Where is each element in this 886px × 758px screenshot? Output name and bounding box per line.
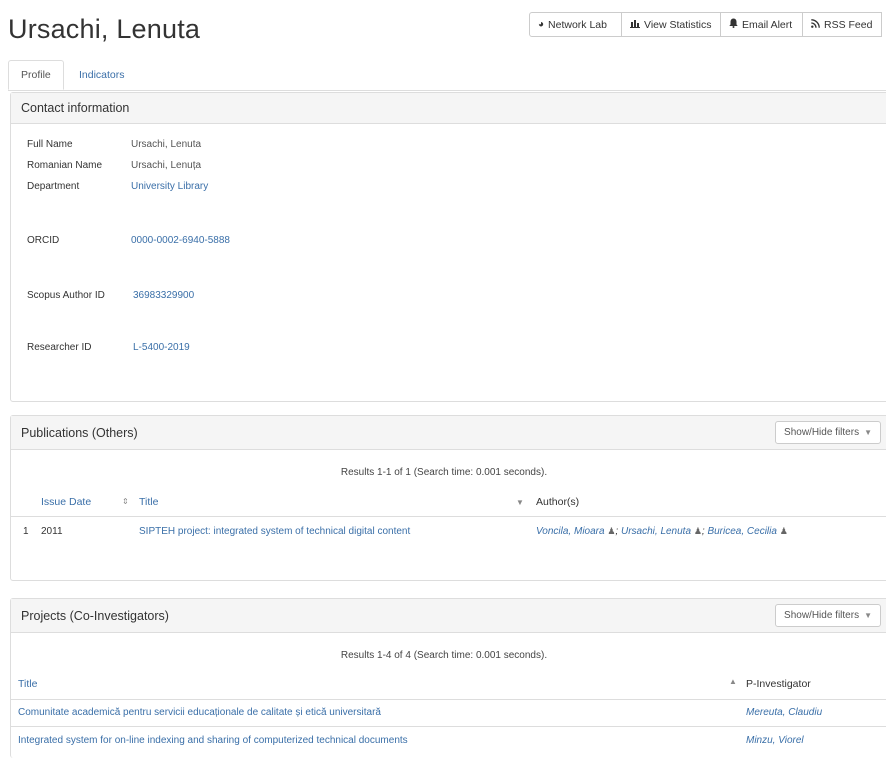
contact-panel: Contact information Full Name Ursachi, L… [10,92,886,402]
chevron-down-icon: ▼ [864,428,872,437]
row-index: 1 [23,526,29,537]
column-issue-date[interactable]: Issue Date [41,496,91,508]
sort-desc-icon[interactable]: ▼ [516,498,524,507]
publications-filters-label: Show/Hide filters [784,427,860,438]
sort-icon[interactable]: ⇕ [122,497,129,506]
investigator-link[interactable]: Minzu, Viorel [746,735,804,746]
rss-feed-label: RSS Feed [824,18,873,31]
user-icon: ♟ [779,526,788,536]
scopus-label: Scopus Author ID [27,290,105,301]
toolbar: ◕ Network Lab View Statistics Email Aler… [529,12,882,37]
publications-results-info: Results 1-1 of 1 (Search time: 0.001 sec… [340,467,548,478]
bar-chart-icon [630,19,640,31]
researcher-id-label: Researcher ID [27,342,92,353]
sort-asc-icon[interactable]: ▲ [729,677,737,686]
publications-panel: Publications (Others) Show/Hide filters … [10,415,886,581]
projects-filters-label: Show/Hide filters [784,610,860,621]
table-row-divider [10,726,886,727]
network-lab-button[interactable]: ◕ Network Lab [529,12,622,37]
column-project-title[interactable]: Title [18,678,37,690]
author-link[interactable]: Voncila, Mioara [536,526,605,537]
rss-feed-button[interactable]: RSS Feed [802,12,882,37]
view-statistics-button[interactable]: View Statistics [621,12,721,37]
full-name-label: Full Name [27,139,73,150]
department-label: Department [27,181,80,192]
tab-indicators[interactable]: Indicators [67,60,137,90]
publications-heading-bar: Publications (Others) Show/Hide filters … [11,416,886,450]
globe-icon: ◕ [538,19,545,30]
project-title-link[interactable]: Integrated system for on-line indexing a… [18,735,408,746]
publications-filters-button[interactable]: Show/Hide filters ▼ [775,421,881,444]
row-authors: Voncila, Mioara ♟; Ursachi, Lenuta ♟; Bu… [536,526,788,537]
orcid-link[interactable]: 0000-0002-6940-5888 [131,235,230,246]
researcher-id-link[interactable]: L-5400-2019 [133,342,190,353]
projects-heading-bar: Projects (Co-Investigators) Show/Hide fi… [11,599,886,633]
publications-heading: Publications (Others) [21,425,138,440]
author-link[interactable]: Buricea, Cecilia [707,526,776,537]
scopus-link[interactable]: 36983329900 [133,290,194,301]
email-alert-button[interactable]: Email Alert [720,12,803,37]
page-title: Ursachi, Lenuta [8,14,201,44]
row-date: 2011 [41,526,63,537]
network-lab-label: Network Lab [548,18,607,31]
author-link[interactable]: Ursachi, Lenuta [621,526,691,537]
view-statistics-label: View Statistics [644,18,712,31]
column-title[interactable]: Title [139,496,158,508]
email-alert-label: Email Alert [742,18,793,31]
contact-heading: Contact information [11,93,886,124]
romanian-name-label: Romanian Name [27,160,103,171]
investigator-link[interactable]: Mereuta, Claudiu [746,707,822,718]
rss-icon [811,18,820,31]
tab-profile[interactable]: Profile [8,60,64,90]
publication-title-link[interactable]: SIPTEH project: integrated system of tec… [139,526,410,537]
project-title-link[interactable]: Comunitate academică pentru servicii edu… [18,707,381,718]
projects-filters-button[interactable]: Show/Hide filters ▼ [775,604,881,627]
chevron-down-icon: ▼ [864,611,872,620]
romanian-name-value: Ursachi, Lenuța [131,160,202,171]
bell-icon [729,18,738,31]
projects-heading: Projects (Co-Investigators) [21,608,169,623]
user-icon: ♟ [693,526,702,536]
profile-tabs: Profile Indicators [8,60,886,91]
department-link[interactable]: University Library [131,181,208,192]
projects-results-info: Results 1-4 of 4 (Search time: 0.001 sec… [340,650,548,661]
table-header-divider [10,699,886,700]
full-name-value: Ursachi, Lenuta [131,139,202,150]
table-header-divider [11,516,886,517]
orcid-label: ORCID [27,235,60,246]
column-authors: Author(s) [536,496,580,508]
user-icon: ♟ [607,526,616,536]
column-investigator: P-Investigator [746,678,811,690]
